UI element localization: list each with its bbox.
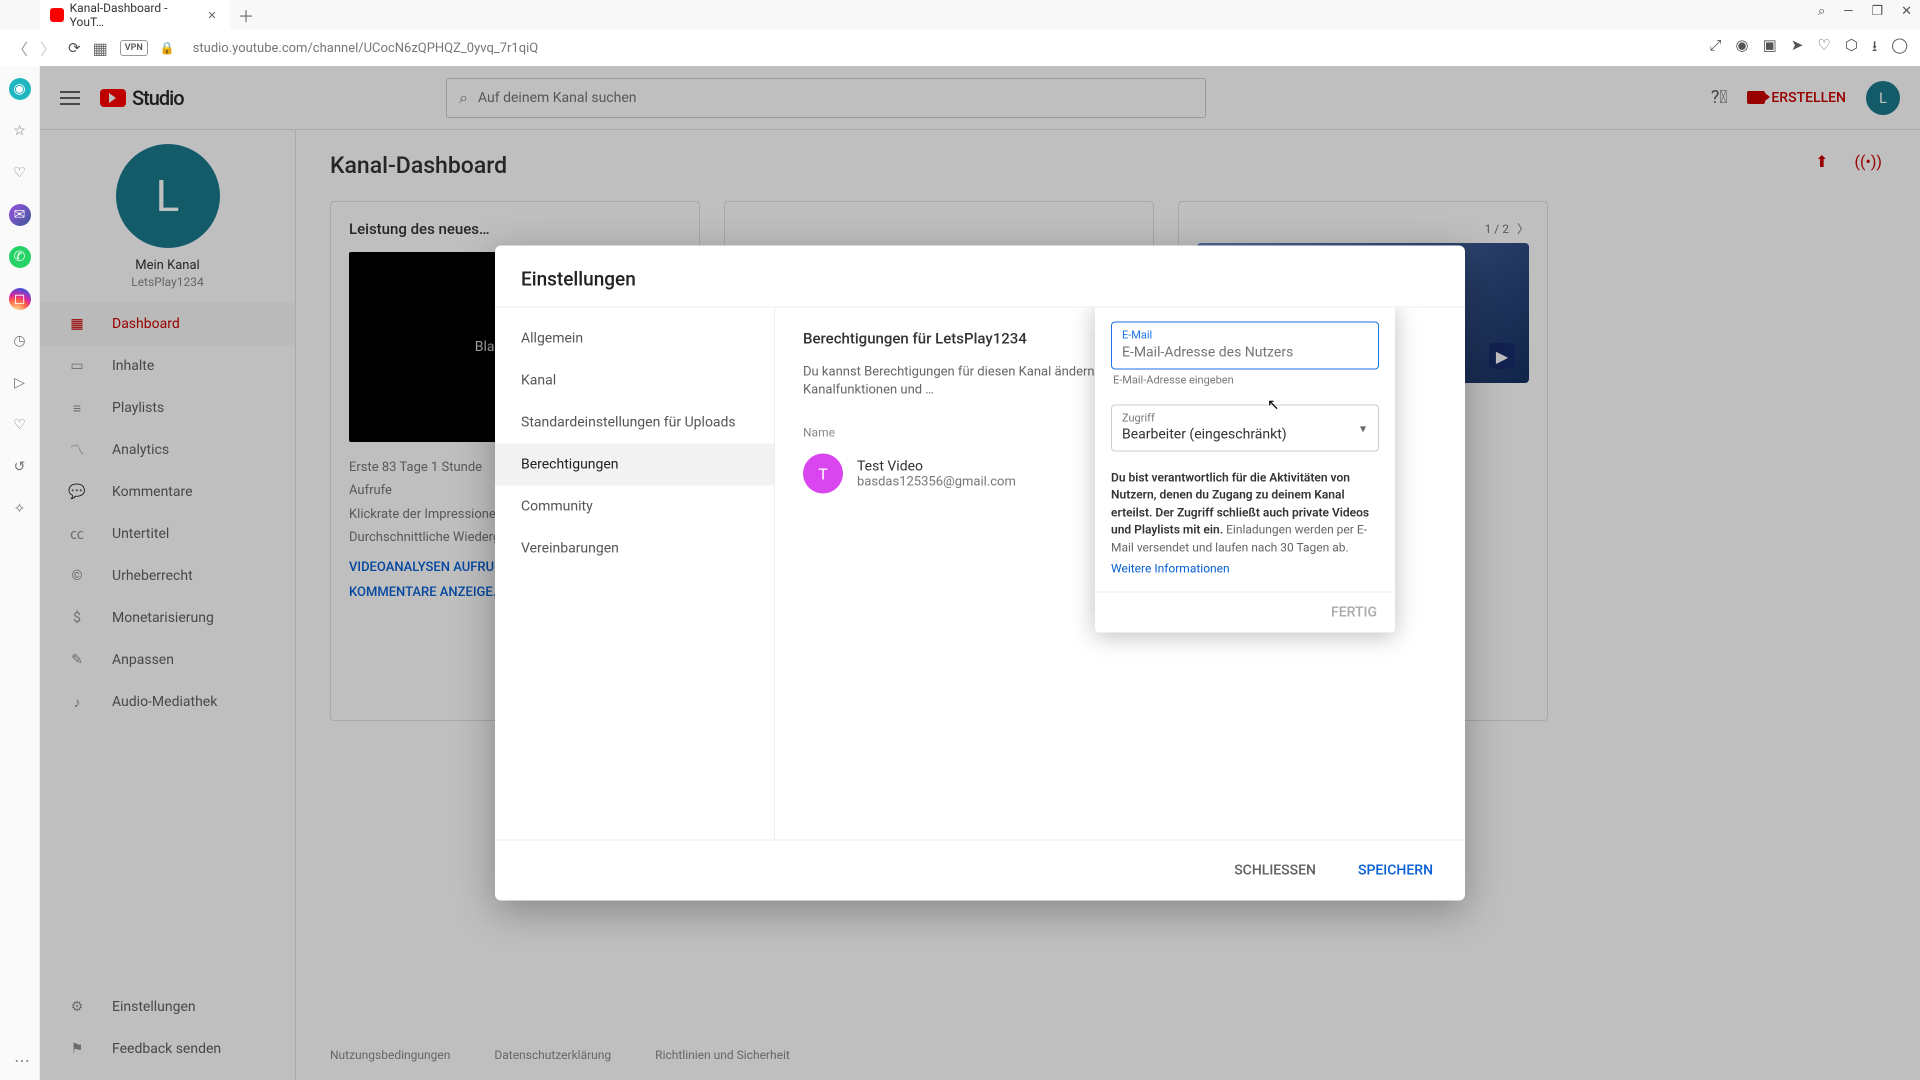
send-icon[interactable]: ➤ [1791,36,1804,61]
whatsapp-icon[interactable]: ✆ [9,246,31,268]
settings-modal: Einstellungen Allgemein Kanal Standardei… [495,246,1465,901]
window-close[interactable]: ✕ [1901,4,1912,19]
heart-icon[interactable]: ♡ [1817,36,1830,61]
window-minimize[interactable]: — [1843,4,1853,19]
browser-tab[interactable]: Kanal-Dashboard - YouT… ✕ [40,0,230,33]
modal-content: Berechtigungen für LetsPlay1234 Du kanns… [775,308,1465,840]
heart-sidebar-icon[interactable]: ♡ [9,414,31,436]
address-url[interactable]: studio.youtube.com/channel/UCocN6zQPHQZ_… [187,41,1698,56]
lightbulb-icon[interactable]: ✧ [9,498,31,520]
tab-title: Kanal-Dashboard - YouT… [70,1,202,29]
vpn-badge[interactable]: VPN [120,40,148,56]
modal-nav-agreements[interactable]: Vereinbarungen [495,528,774,570]
clock-icon[interactable]: ◷ [9,330,31,352]
opera-sidebar: ◉ ☆ ♡ ✉ ✆ ◻ ◷ ▷ ♡ ↺ ✧ [0,66,40,1080]
messenger-icon[interactable]: ✉ [9,204,31,226]
camera-icon[interactable]: ◉ [1736,36,1749,61]
instagram-icon[interactable]: ◻ [9,288,31,310]
new-tab-button[interactable]: ＋ [238,3,254,27]
close-button[interactable]: SCHLIESSEN [1224,855,1326,887]
tab-close-icon[interactable]: ✕ [207,9,220,22]
modal-nav-upload-defaults[interactable]: Standardeinstellungen für Uploads [495,402,774,444]
search-icon[interactable]: ⌕ [1818,4,1825,19]
warning-text: Du bist verantwortlich für die Aktivität… [1111,470,1379,578]
user-email: basdas125356@gmail.com [857,474,1016,489]
youtube-favicon [50,8,64,22]
access-value: Bearbeiter (eingeschränkt) [1122,427,1368,443]
user-name: Test Video [857,458,1016,474]
email-label: E-Mail [1122,329,1368,342]
modal-nav-channel[interactable]: Kanal [495,360,774,402]
email-hint: E-Mail-Adresse eingeben [1111,374,1379,387]
email-input[interactable] [1122,345,1368,361]
mouse-cursor: ↖ [1267,396,1280,414]
chevron-down-icon: ▾ [1360,421,1366,435]
lock-icon: 🔒 [160,41,175,55]
history-icon[interactable]: ↺ [9,456,31,478]
modal-title: Einstellungen [495,246,1465,307]
play-icon[interactable]: ▷ [9,372,31,394]
tiles-icon[interactable]: ▦ [93,39,108,58]
speed-dial-icon[interactable]: ◉ [9,78,31,100]
modal-nav-permissions[interactable]: Berechtigungen [495,444,774,486]
nav-forward-icon[interactable]: 〉 [40,36,56,60]
window-maximize[interactable]: ❐ [1871,4,1883,19]
invite-popover: E-Mail E-Mail-Adresse eingeben Zugriff B… [1095,307,1395,633]
more-info-link[interactable]: Weitere Informationen [1111,560,1379,577]
browser-chrome: Kanal-Dashboard - YouT… ✕ ＋ 〈 〉 ⟳ ▦ VPN … [0,0,1920,67]
done-button[interactable]: FERTIG [1331,605,1377,621]
reload-icon[interactable]: ⟳ [68,39,81,57]
profile-icon[interactable]: ◯ [1891,36,1908,61]
access-select[interactable]: Zugriff Bearbeiter (eingeschränkt) ▾ [1111,405,1379,452]
modal-nav-community[interactable]: Community [495,486,774,528]
nav-back-icon[interactable]: 〈 [12,36,28,60]
bookmark-icon[interactable]: ♡ [9,162,31,184]
opera-more-icon[interactable]: ⋯ [14,1051,30,1070]
shield-icon[interactable]: ▣ [1763,36,1777,61]
email-field[interactable]: E-Mail [1111,322,1379,370]
save-button[interactable]: SPEICHERN [1348,855,1443,887]
screenshot-icon[interactable]: ⤢ [1710,36,1722,61]
access-label: Zugriff [1122,412,1368,425]
star-icon[interactable]: ☆ [9,120,31,142]
user-avatar: T [803,454,843,494]
modal-nav-general[interactable]: Allgemein [495,318,774,360]
download-icon[interactable]: ⭳ [1872,36,1877,61]
modal-nav: Allgemein Kanal Standardeinstellungen fü… [495,308,775,840]
cube-icon[interactable]: ⬡ [1845,36,1858,61]
